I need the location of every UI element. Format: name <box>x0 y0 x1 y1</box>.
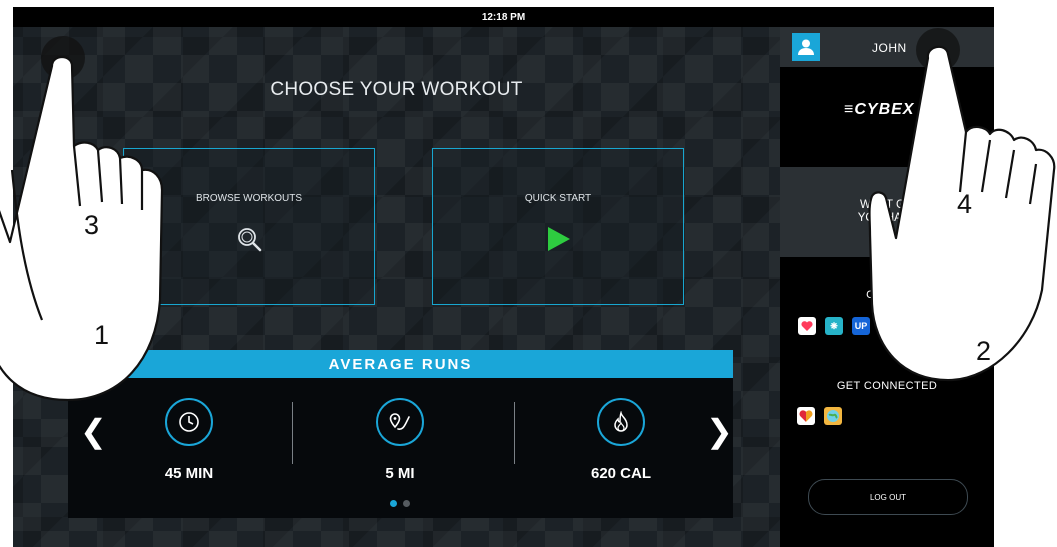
page-title: CHOOSE YOUR WORKOUT <box>270 79 523 100</box>
device-screen: 12:18 PM CHOOSE YOUR WORKOUT BROWSE WORK… <box>13 7 994 547</box>
clock-icon <box>165 398 213 446</box>
get-connected-label: GET CONNECTED <box>836 380 938 392</box>
stat-distance-value: 5 MI <box>385 465 415 482</box>
previous-arrow-icon[interactable]: ❮ <box>80 415 107 447</box>
quick-start-button[interactable]: QUICK START <box>432 148 684 305</box>
divider <box>514 402 515 464</box>
user-name: JOHN <box>872 41 907 55</box>
heart-app-icon[interactable] <box>797 407 815 425</box>
fitbit-icon[interactable]: ❋ <box>825 317 843 335</box>
connected-apps: ❋ UP ➤ <box>798 317 897 335</box>
average-runs-carousel: ❮ 45 MIN 5 MI 620 CAL ❯ <box>68 378 733 518</box>
page-dot[interactable] <box>403 500 410 507</box>
user-header: JOHN <box>780 27 994 67</box>
stat-duration-value: 45 MIN <box>164 465 214 482</box>
browse-workouts-button[interactable]: BROWSE WORKOUTS <box>123 148 375 305</box>
stat-calories-value: 620 CAL <box>590 465 652 482</box>
average-runs-card: AVERAGE RUNS ❮ 45 MIN 5 MI 620 CAL ❯ <box>68 350 733 540</box>
user-icon[interactable] <box>792 33 820 61</box>
play-icon <box>544 225 572 258</box>
quick-start-label: QUICK START <box>524 193 592 204</box>
connected-label: CONNE <box>866 289 908 301</box>
goal-prompt-line-1: WHAT GO <box>860 199 914 211</box>
jawbone-up-icon[interactable]: UP <box>852 317 870 335</box>
browse-workouts-label: BROWSE WORKOUTS <box>195 193 303 204</box>
workout-panel: CHOOSE YOUR WORKOUT BROWSE WORKOUTS QUIC… <box>13 27 780 547</box>
goal-prompt-line-2: YOU HAVE <box>857 212 917 224</box>
flame-icon <box>597 398 645 446</box>
globe-app-icon[interactable] <box>824 407 842 425</box>
carousel-pagination <box>390 500 410 507</box>
stat-duration: 45 MIN <box>114 398 264 482</box>
apple-health-icon[interactable] <box>798 317 816 335</box>
next-arrow-icon[interactable]: ❯ <box>706 415 733 447</box>
divider <box>292 402 293 464</box>
page-dot-active[interactable] <box>390 500 397 507</box>
available-apps <box>797 407 842 425</box>
status-time: 12:18 PM <box>481 11 526 23</box>
runkeeper-icon[interactable]: ➤ <box>879 317 897 335</box>
stat-distance: 5 MI <box>325 398 475 482</box>
user-sidebar: JOHN ≡CYBEX WHAT GO YOU HAVE CONNE ❋ UP … <box>780 27 994 547</box>
cybex-logo: ≡CYBEX <box>844 101 915 118</box>
status-bar: 12:18 PM <box>13 7 994 27</box>
goal-prompt-button[interactable]: WHAT GO YOU HAVE <box>780 167 994 257</box>
search-icon <box>235 225 263 258</box>
average-runs-heading: AVERAGE RUNS <box>68 350 733 378</box>
goal-prompt-text: WHAT GO YOU HAVE <box>780 199 994 225</box>
route-pin-icon <box>376 398 424 446</box>
logout-button[interactable]: LOG OUT <box>808 479 968 515</box>
stat-calories: 620 CAL <box>546 398 696 482</box>
